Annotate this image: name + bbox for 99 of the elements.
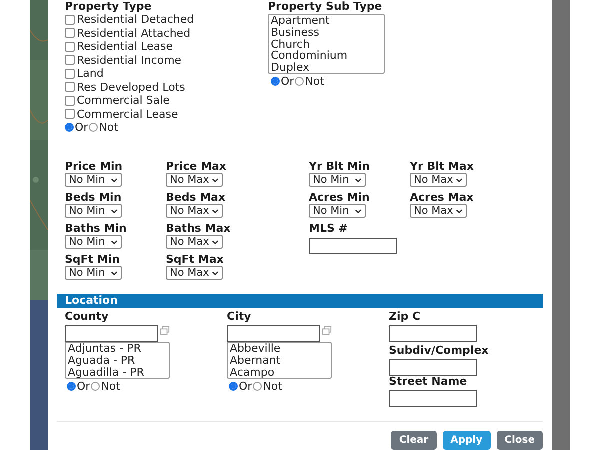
list-option[interactable]: Business <box>269 26 384 39</box>
input-field[interactable] <box>389 359 477 376</box>
caret-icon <box>355 178 362 182</box>
field-label: Yr Blt Min <box>309 160 372 173</box>
radio-label: Or <box>239 380 252 393</box>
field-label: Yr Blt Max <box>410 160 475 173</box>
list-box[interactable]: Adjuntas - PR Aguada - PR Aguadilla - PR <box>65 342 170 379</box>
list-option[interactable]: Abbeville <box>228 343 331 355</box>
field-label: Acres Max <box>410 191 475 204</box>
checkbox[interactable] <box>65 55 75 66</box>
dropdown[interactable]: No Min <box>65 266 122 280</box>
radio-button[interactable] <box>67 382 76 391</box>
list-option[interactable]: Acampo <box>228 366 331 378</box>
caret-icon <box>212 178 219 182</box>
input-field[interactable] <box>65 325 158 342</box>
checkbox[interactable] <box>65 28 75 38</box>
list-option[interactable]: Apartment <box>269 15 384 27</box>
list-box[interactable]: Abbeville Abernant Acampo <box>227 342 332 379</box>
list-option[interactable]: Adjuntas - PR <box>66 343 169 355</box>
field-label: Street Name <box>389 375 468 388</box>
radio-button[interactable] <box>253 382 262 391</box>
dropdown[interactable]: No Min <box>65 173 122 187</box>
input-field[interactable] <box>389 325 477 342</box>
field-label: Price Max <box>166 160 228 173</box>
caret-icon <box>355 208 362 214</box>
caret-icon <box>111 270 118 276</box>
radio-button[interactable] <box>91 382 100 391</box>
dropdown[interactable]: No Max <box>410 204 467 218</box>
field-label: MLS # <box>309 222 349 235</box>
dropdown[interactable]: No Min <box>65 235 122 249</box>
radio-label: Not <box>101 380 120 393</box>
dropdown[interactable]: No Min <box>309 173 366 187</box>
radio-button[interactable] <box>89 123 98 132</box>
caret-icon <box>111 178 118 182</box>
checkbox[interactable] <box>65 14 75 25</box>
list-option[interactable]: Aguada - PR <box>66 354 169 367</box>
property-sub-type-label: Property Sub Type <box>268 0 384 13</box>
checkbox[interactable] <box>65 109 75 120</box>
input-field[interactable] <box>227 325 320 342</box>
dropdown[interactable]: No Max <box>410 173 467 187</box>
input-field[interactable] <box>309 238 397 254</box>
radio-button[interactable] <box>65 123 74 132</box>
checkbox-label: Res Developed Lots <box>77 80 186 94</box>
dropdown[interactable]: No Min <box>65 204 122 218</box>
dropdown[interactable]: No Max <box>166 266 223 280</box>
field-label: Zip C <box>389 310 422 323</box>
copy-icon[interactable] <box>322 326 332 336</box>
property-type-label: Property Type <box>65 0 153 13</box>
list-option[interactable]: Condominium <box>269 50 384 62</box>
input-field[interactable] <box>389 390 477 407</box>
field-label: County <box>65 310 110 323</box>
field-label: City <box>227 310 252 323</box>
list-option[interactable]: Church <box>269 38 384 50</box>
field-label: SqFt Max <box>166 253 225 266</box>
field-label: Beds Min <box>65 191 123 204</box>
field-label: Beds Max <box>166 191 227 204</box>
field-label: Subdiv/Complex <box>389 344 489 357</box>
checkbox-label: Residential Detached <box>77 13 194 26</box>
field-label: Baths Max <box>166 222 232 235</box>
dropdown[interactable]: No Min <box>309 204 366 218</box>
checkbox-label: Residential Lease <box>77 40 174 54</box>
checkbox[interactable] <box>65 42 75 52</box>
dropdown[interactable]: No Max <box>166 235 223 249</box>
radio-label: Not <box>263 380 282 393</box>
list-option[interactable]: Abernant <box>228 354 331 367</box>
radio-button[interactable] <box>229 382 238 391</box>
caret-icon <box>456 178 463 182</box>
section-header: Location <box>57 294 543 308</box>
checkbox-label: Commercial Sale <box>77 94 170 108</box>
field-label: Baths Min <box>65 222 128 235</box>
caret-icon <box>111 208 118 214</box>
caret-icon <box>111 240 118 244</box>
checkbox[interactable] <box>65 82 75 92</box>
radio-label: Not <box>305 75 324 88</box>
caret-icon <box>212 270 219 276</box>
radio-label: Or <box>75 121 88 134</box>
list-option[interactable]: Aguadilla - PR <box>66 366 169 378</box>
checkbox-label: Land <box>77 67 104 80</box>
checkbox[interactable] <box>65 68 75 79</box>
checkbox-label: Residential Attached <box>77 26 191 40</box>
caret-icon <box>212 240 219 244</box>
checkbox-label: Commercial Lease <box>77 108 178 121</box>
dropdown[interactable]: No Max <box>166 173 223 187</box>
radio-label: Or <box>77 380 90 393</box>
caret-icon <box>212 208 219 214</box>
radio-label: Not <box>99 121 118 134</box>
radio-button[interactable] <box>271 77 280 86</box>
radio-label: Or <box>281 75 294 88</box>
action-button[interactable]: Clear <box>391 431 437 450</box>
action-button[interactable]: Close <box>496 431 543 450</box>
field-label: SqFt Min <box>65 253 121 266</box>
caret-icon <box>456 208 463 214</box>
dropdown[interactable]: No Max <box>166 204 223 218</box>
field-label: Acres Min <box>309 191 371 204</box>
copy-icon[interactable] <box>160 326 170 336</box>
checkbox[interactable] <box>65 96 75 106</box>
checkbox-label: Residential Income <box>77 54 182 67</box>
field-label: Price Min <box>65 160 124 173</box>
radio-button[interactable] <box>295 77 304 86</box>
